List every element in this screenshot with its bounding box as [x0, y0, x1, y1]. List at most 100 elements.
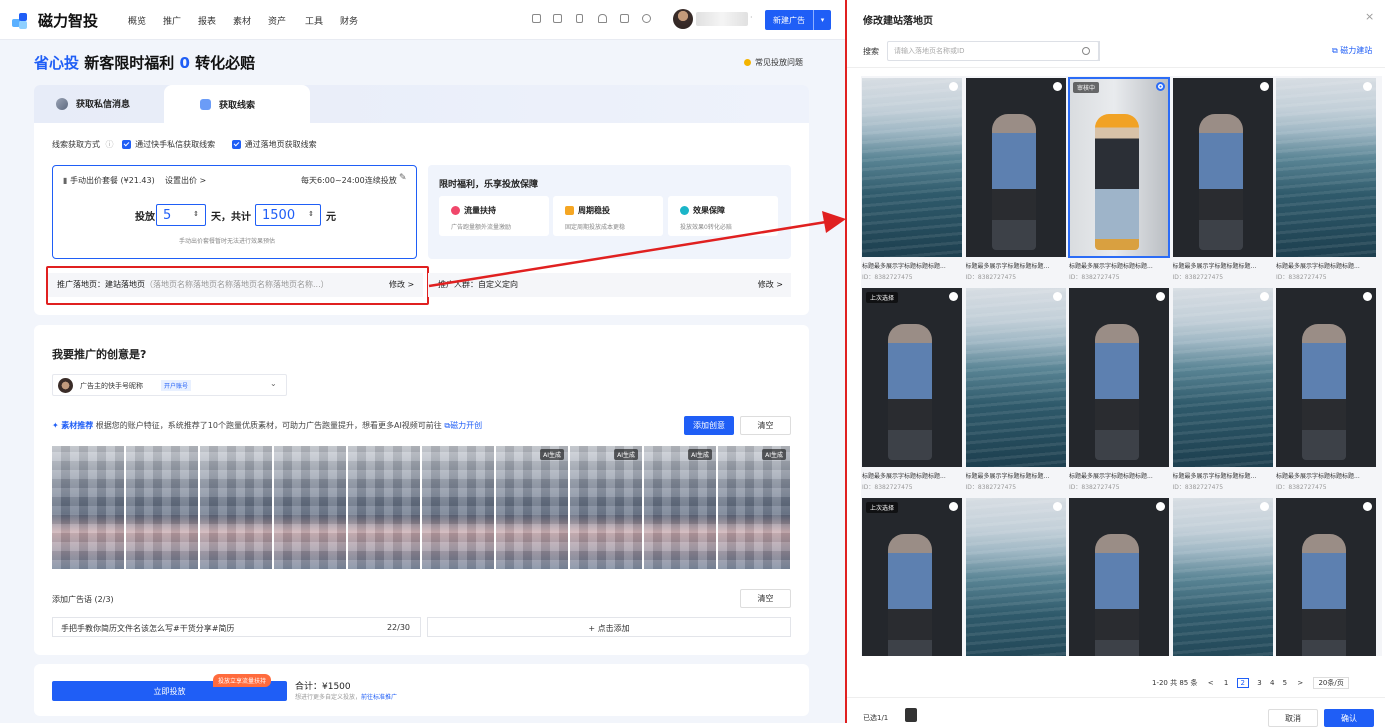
person-figure	[1095, 114, 1139, 250]
search-divider	[847, 67, 1385, 68]
person-figure	[1198, 114, 1243, 250]
landing-page-id: ID：8382727475	[1069, 484, 1120, 491]
landing-page-id: ID：8382727475	[862, 274, 913, 281]
search-input[interactable]: 请输入落地页名称或ID	[887, 41, 1099, 61]
arrow-line	[428, 220, 827, 288]
landing-page-card[interactable]: 标题最多展示字标题标题标题... ID：8382727475	[965, 288, 1066, 496]
cili-build-label: 磁力建站	[1340, 46, 1373, 55]
landing-page-title: 标题最多展示字标题标题标题...	[965, 263, 1050, 270]
landing-page-card[interactable]: 标题最多展示字标题标题标题... ID：8382727475	[1069, 288, 1169, 496]
select-radio[interactable]	[1363, 82, 1372, 91]
landing-page-card[interactable]: 标题最多展示字标题标题标题... ID：8382727475	[1172, 288, 1273, 496]
landing-page-card[interactable]: 上次选择标题最多展示字标题标题标题... ID：8382727475	[862, 288, 962, 496]
landing-page-thumbnail[interactable]	[1276, 288, 1376, 467]
landing-page-thumbnail[interactable]	[1276, 78, 1376, 257]
arrow-head	[822, 211, 846, 233]
select-radio[interactable]	[1156, 502, 1165, 511]
status-tag: 上次选择	[866, 502, 899, 513]
landing-page-thumbnail[interactable]: 上次选择	[862, 498, 962, 656]
pagination: 1-20 共 85 条 < 1 2 3 4 5 > 20条/页	[1152, 677, 1349, 689]
landing-page-thumbnail[interactable]	[965, 78, 1066, 257]
select-radio[interactable]	[1363, 292, 1372, 301]
drawer-title: 修改建站落地页	[863, 16, 933, 27]
select-radio[interactable]	[1259, 292, 1269, 301]
cili-build-link[interactable]: ⧉ 磁力建站	[1332, 45, 1372, 56]
landing-page-card[interactable]: 标题最多展示字标题标题标题... ID：8382727475	[965, 78, 1066, 286]
landing-page-card[interactable]: 上次选择	[862, 498, 962, 656]
landing-page-card[interactable]: 标题最多展示字标题标题标题... ID：8382727475	[862, 78, 962, 286]
search-label: 搜索	[863, 47, 879, 56]
landing-page-title: 标题最多展示字标题标题标题...	[862, 263, 946, 270]
landing-page-card[interactable]: 标题最多展示字标题标题标题... ID：8382727475	[1172, 78, 1273, 286]
landing-page-thumbnail[interactable]	[1069, 288, 1169, 467]
landing-page-id: ID：8382727475	[965, 274, 1017, 281]
pager-page-5[interactable]: 5	[1283, 679, 1287, 687]
select-radio[interactable]	[1156, 82, 1165, 91]
pager-total: 1-20 共 85 条	[1152, 679, 1198, 687]
pager-page-4[interactable]: 4	[1270, 679, 1274, 687]
person-figure	[1302, 324, 1346, 460]
landing-page-title: 标题最多展示字标题标题标题...	[1172, 473, 1257, 480]
close-icon[interactable]: ×	[1365, 10, 1374, 23]
landing-page-id: ID：8382727475	[1276, 484, 1327, 491]
status-tag: 审核中	[1073, 82, 1100, 93]
drawer-footer: 已选1/1 取消 确认	[847, 697, 1385, 727]
person-figure	[1302, 534, 1346, 656]
landing-page-id: ID：8382727475	[1172, 484, 1224, 491]
select-radio[interactable]	[949, 292, 958, 301]
landing-page-grid: 标题最多展示字标题标题标题... ID：8382727475 标题最多展示字标题标题…	[861, 76, 1382, 656]
landing-page-title: 标题最多展示字标题标题标题...	[1069, 473, 1153, 480]
landing-page-id: ID：8382727475	[1172, 274, 1224, 281]
landing-page-thumbnail[interactable]	[1172, 498, 1273, 656]
landing-page-drawer: 修改建站落地页 × 搜索 请输入落地页名称或ID ⧉ 磁力建站 标题最多展示字标…	[847, 0, 1385, 727]
person-figure	[888, 324, 932, 460]
landing-page-id: ID：8382727475	[1276, 274, 1327, 281]
landing-page-card[interactable]	[1069, 498, 1169, 656]
landing-page-title: 标题最多展示字标题标题标题...	[965, 473, 1050, 480]
landing-page-title: 标题最多展示字标题标题标题...	[1276, 473, 1360, 480]
page-size-select[interactable]: 20条/页	[1313, 677, 1349, 689]
landing-page-id: ID：8382727475	[965, 484, 1017, 491]
select-radio[interactable]	[1363, 502, 1372, 511]
person-figure	[1095, 324, 1139, 460]
status-tag: 上次选择	[866, 292, 899, 303]
search-icon[interactable]	[1073, 41, 1100, 61]
pager-prev[interactable]: <	[1208, 679, 1214, 687]
pager-page-2[interactable]: 2	[1236, 678, 1249, 688]
landing-page-card[interactable]	[965, 498, 1066, 656]
select-radio[interactable]	[1259, 82, 1269, 91]
landing-page-thumbnail[interactable]	[862, 78, 962, 257]
select-radio[interactable]	[1259, 502, 1269, 511]
landing-page-thumbnail[interactable]	[1276, 498, 1376, 656]
select-radio[interactable]	[1052, 292, 1062, 301]
person-figure	[888, 534, 932, 656]
selected-thumbnail[interactable]	[905, 708, 917, 722]
select-radio[interactable]	[949, 82, 958, 91]
landing-page-thumbnail[interactable]	[965, 288, 1066, 467]
landing-page-card[interactable]	[1276, 498, 1376, 656]
landing-page-thumbnail[interactable]	[1069, 498, 1169, 656]
landing-page-thumbnail[interactable]	[1172, 288, 1273, 467]
pager-page-1[interactable]: 1	[1224, 679, 1228, 687]
select-radio[interactable]	[1156, 292, 1165, 301]
landing-page-thumbnail[interactable]: 上次选择	[862, 288, 962, 467]
landing-page-card[interactable]: 标题最多展示字标题标题标题... ID：8382727475	[1276, 78, 1376, 286]
landing-page-title: 标题最多展示字标题标题标题...	[1172, 263, 1257, 270]
pager-page-3[interactable]: 3	[1257, 679, 1261, 687]
select-radio[interactable]	[1052, 502, 1062, 511]
landing-page-thumbnail[interactable]	[1172, 78, 1273, 257]
landing-page-title: 标题最多展示字标题标题标题...	[862, 473, 946, 480]
select-radio[interactable]	[949, 502, 958, 511]
landing-page-card[interactable]: 标题最多展示字标题标题标题... ID：8382727475	[1276, 288, 1376, 496]
landing-page-id: ID：8382727475	[862, 484, 913, 491]
landing-page-thumbnail[interactable]: 审核中	[1068, 77, 1170, 258]
pager-next[interactable]: >	[1297, 679, 1303, 687]
cancel-button[interactable]: 取消	[1268, 709, 1318, 727]
landing-page-card[interactable]: 审核中 标题最多展示字标题标题标题... ID：8382727475	[1068, 77, 1170, 286]
landing-page-card[interactable]	[1172, 498, 1273, 656]
confirm-button[interactable]: 确认	[1324, 709, 1374, 727]
landing-page-title: 标题最多展示字标题标题标题...	[1276, 263, 1360, 270]
select-radio[interactable]	[1052, 82, 1062, 91]
landing-page-id: ID：8382727475	[1069, 274, 1120, 281]
landing-page-thumbnail[interactable]	[965, 498, 1066, 656]
